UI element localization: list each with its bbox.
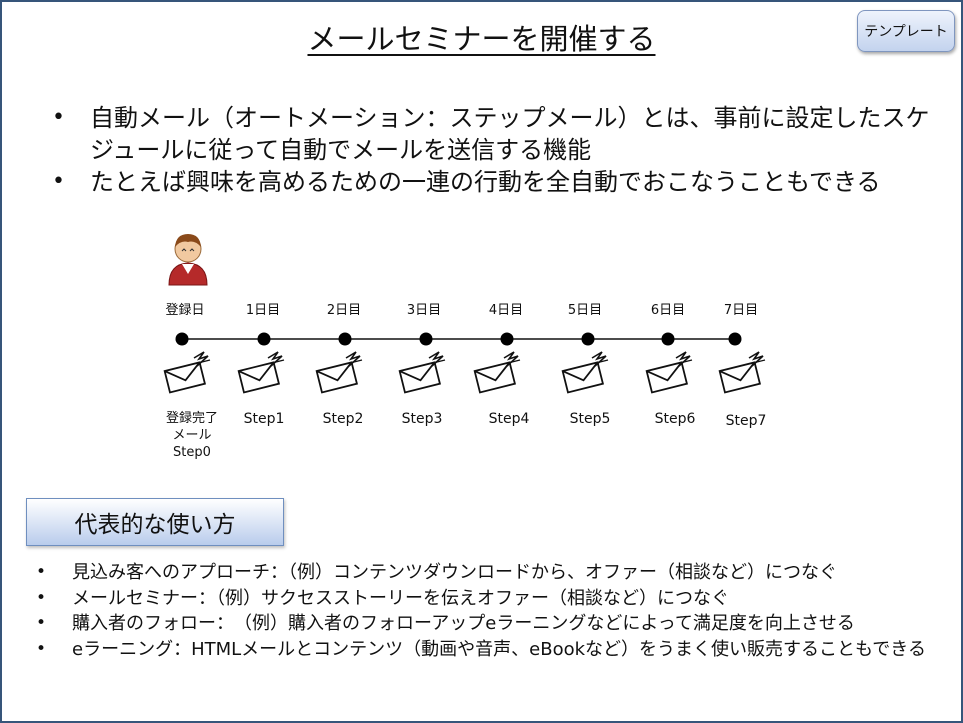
- envelope-icon: [315, 351, 363, 394]
- usage-item: 見込み客へのアプローチ：（例）コンテンツダウンロードから、オファー（相談など）に…: [34, 560, 954, 586]
- day-label: 4日目: [488, 303, 524, 318]
- step-label: Step3: [401, 411, 443, 427]
- timeline-dot: [728, 332, 742, 346]
- slide: メールセミナーを開催する テンプレート 自動メール（オートメーション：ステップメ…: [0, 0, 963, 723]
- step-label: Step6: [654, 411, 696, 427]
- envelope-icon: [473, 351, 521, 394]
- timeline-dot: [661, 332, 675, 346]
- envelope-icon: [237, 351, 285, 394]
- envelope-icon: [718, 351, 766, 394]
- day-label: 2日目: [326, 303, 362, 318]
- step-label: 登録完了 メール Step0: [165, 411, 219, 460]
- step-label: Step1: [243, 411, 285, 427]
- day-label: 7日目: [723, 303, 759, 318]
- usage-bullet-list: 見込み客へのアプローチ：（例）コンテンツダウンロードから、オファー（相談など）に…: [34, 560, 954, 662]
- timeline-dot: [419, 332, 433, 346]
- usage-item: eラーニング：HTMLメールとコンテンツ（動画や音声、eBookなど）をうまく使…: [34, 637, 954, 663]
- usage-heading-box: 代表的な使い方: [26, 498, 284, 546]
- envelope-icon: [561, 351, 609, 394]
- envelope-icon: [398, 351, 446, 394]
- envelope-icon: [645, 351, 693, 394]
- person-icon: [168, 234, 208, 286]
- timeline-dot: [500, 332, 514, 346]
- timeline-dot: [175, 332, 189, 346]
- timeline-envelopes: [163, 351, 766, 394]
- step-label: Step7: [725, 413, 767, 429]
- day-label: 3日目: [406, 303, 442, 318]
- day-label: 1日目: [245, 303, 281, 318]
- day-label: 登録日: [165, 303, 205, 318]
- usage-item: メールセミナー：（例）サクセスストーリーを伝えオファー（相談など）につなぐ: [34, 586, 954, 612]
- step-mail-timeline: 登録日 1日目 2日目 3日目 4日目 5日目 6日目 7日目 登録完了 メール…: [2, 2, 963, 482]
- envelope-icon: [163, 351, 211, 394]
- usage-item: 購入者のフォロー： （例）購入者のフォローアップeラーニングなどによって満足度を…: [34, 611, 954, 637]
- day-label: 5日目: [567, 303, 603, 318]
- step-label: Step4: [488, 411, 530, 427]
- timeline-dot: [338, 332, 352, 346]
- day-label: 6日目: [650, 303, 686, 318]
- step-label: Step2: [322, 411, 364, 427]
- timeline-dot: [257, 332, 271, 346]
- timeline-graphic: [163, 234, 766, 394]
- timeline-dot: [581, 332, 595, 346]
- step-label: Step5: [569, 411, 611, 427]
